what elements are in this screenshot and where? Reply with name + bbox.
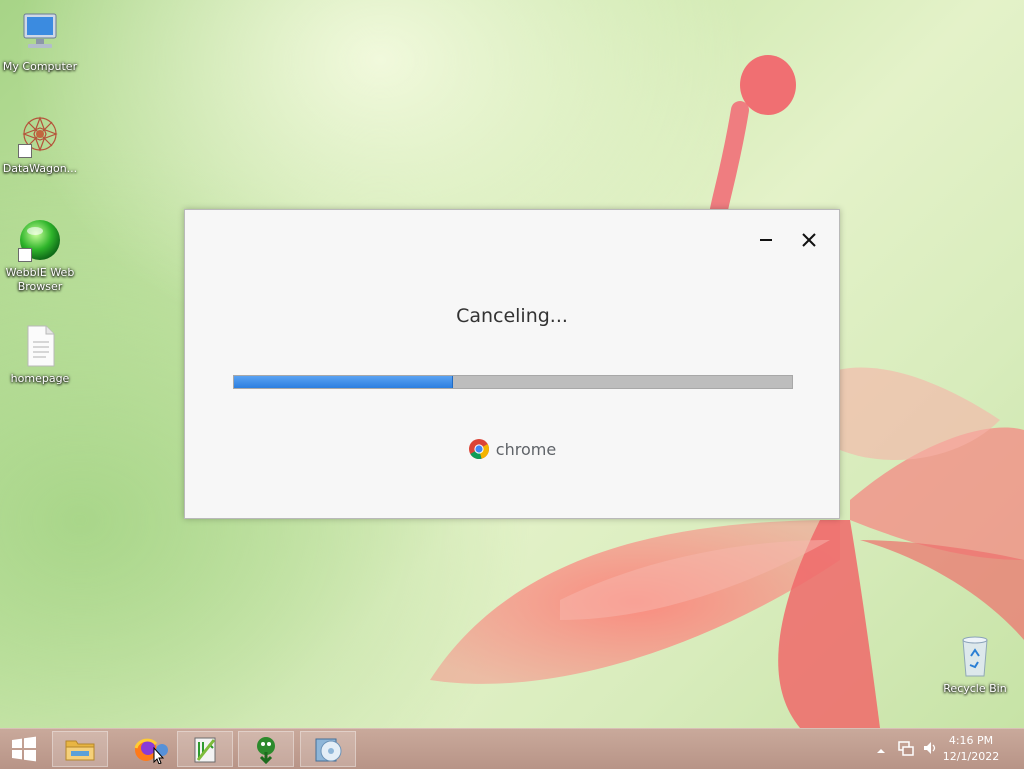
minimize-button[interactable] [752, 226, 780, 254]
desktop-icon-label: DataWagon... [2, 162, 78, 175]
tray-clock[interactable]: 4:16 PM 12/1/2022 [936, 733, 1006, 765]
progress-bar [233, 375, 793, 389]
close-icon [802, 233, 816, 247]
datawagon-icon [16, 112, 64, 160]
progress-bar-fill [234, 376, 453, 388]
tray-time: 4:16 PM [948, 734, 994, 747]
desktop-icon-homepage[interactable]: homepage [0, 322, 80, 386]
network-icon [898, 741, 914, 756]
desktop-icon-label: Recycle Bin [943, 682, 1007, 695]
desktop-icon-my-computer[interactable]: My Computer [0, 10, 80, 74]
tray-date: 12/1/2022 [942, 750, 1000, 763]
taskbar-download-manager[interactable] [238, 731, 294, 767]
folder-icon [65, 740, 95, 761]
desktop-icon-label: My Computer [2, 60, 78, 73]
shortcut-arrow-icon [18, 144, 32, 158]
firefox-icon [134, 738, 168, 764]
status-text: Canceling... [456, 305, 568, 327]
desktop-icon-datawagon[interactable]: DataWagon... [0, 112, 80, 176]
shortcut-arrow-icon [18, 248, 32, 262]
taskbar-installer[interactable] [300, 731, 356, 767]
notepad-plus-plus-icon [194, 737, 216, 763]
globe-icon [16, 216, 64, 264]
start-button[interactable] [0, 731, 48, 767]
desktop-icon-label: WebbIE Web Browser [5, 266, 75, 293]
close-button[interactable] [795, 226, 823, 254]
download-manager-icon [257, 737, 275, 764]
chevron-up-icon [877, 749, 885, 753]
show-hidden-icons-button[interactable] [876, 741, 886, 760]
network-tray-button[interactable] [898, 740, 914, 760]
taskbar: 4:16 PM 12/1/2022 [0, 728, 1024, 769]
chrome-brand: chrome [185, 438, 839, 460]
desktop-icon-webbie[interactable]: WebbIE Web Browser [0, 216, 80, 294]
chrome-logo-icon [468, 439, 489, 460]
minimize-icon [760, 239, 772, 241]
taskbar-notepad-plus-plus[interactable] [177, 731, 233, 767]
chrome-installer-dialog: Canceling... chrome [184, 209, 840, 519]
document-icon [16, 322, 64, 370]
desktop-icon-recycle-bin[interactable]: Recycle Bin [935, 632, 1015, 696]
windows-logo-icon [12, 736, 36, 762]
desktop-icon-label: homepage [10, 372, 70, 385]
taskbar-file-explorer[interactable] [52, 731, 108, 767]
taskbar-firefox[interactable] [118, 731, 174, 767]
brand-label: chrome [495, 439, 557, 459]
computer-icon [16, 10, 64, 58]
installer-disc-icon [315, 738, 342, 762]
recycle-bin-icon [951, 632, 999, 680]
